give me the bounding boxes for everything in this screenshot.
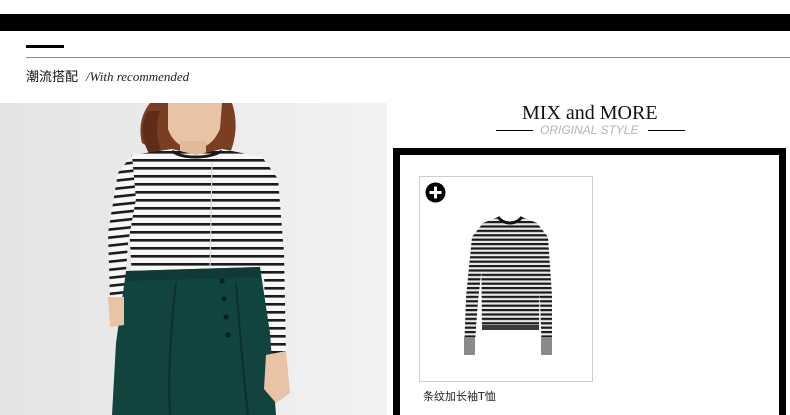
mix-subtitle-row: ORIGINAL STYLE (496, 123, 686, 137)
mix-title: MIX and MORE (522, 102, 658, 124)
product-name[interactable]: 条纹加长袖T恤 (423, 388, 496, 404)
heading-accent-dash (26, 45, 64, 48)
mix-subtitle: ORIGINAL STYLE (540, 123, 639, 137)
product-card[interactable] (419, 176, 593, 382)
section-title-en: /With recommended (86, 69, 190, 84)
plus-circle-icon[interactable] (425, 182, 446, 203)
model-photo (0, 103, 387, 415)
header-divider (26, 57, 790, 58)
section-heading: 潮流搭配/With recommended (26, 66, 189, 86)
subtitle-left-line (496, 130, 533, 131)
top-black-bar (0, 14, 790, 31)
subtitle-right-line (648, 130, 685, 131)
section-title-cn: 潮流搭配 (26, 70, 79, 85)
